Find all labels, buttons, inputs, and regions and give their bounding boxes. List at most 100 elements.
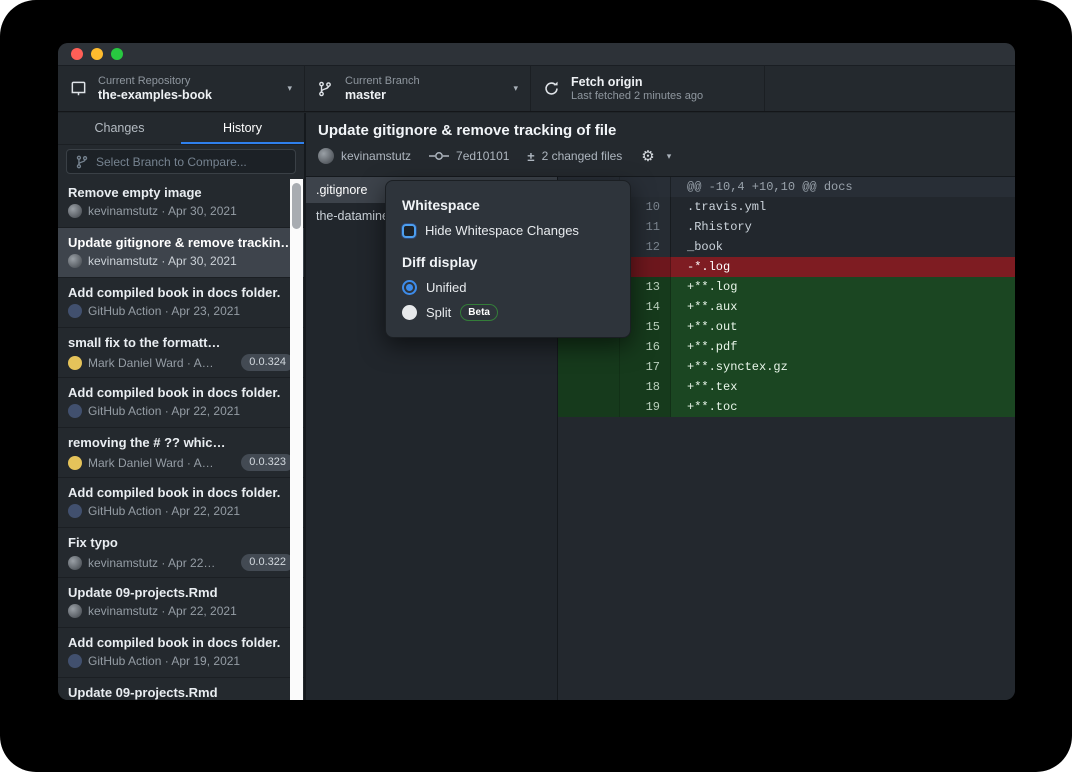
branch-compare-placeholder: Select Branch to Compare... <box>96 155 247 169</box>
avatar <box>68 604 82 618</box>
commit-author-date: GitHub Action · Apr 19, 2021 <box>88 654 240 668</box>
diff-line-text: +**.pdf <box>670 337 1015 357</box>
whitespace-heading: Whitespace <box>402 197 614 213</box>
commit-title: Add compiled book in docs folder. <box>68 635 294 650</box>
diff-display-options: Unified SplitBeta <box>402 280 614 321</box>
fetch-title: Fetch origin <box>571 75 752 90</box>
commit-list-item[interactable]: Update 09-projects.Rmd kevinamstutz · Apr… <box>58 578 304 628</box>
commit-author: kevinamstutz <box>341 149 411 163</box>
beta-badge: Beta <box>460 304 498 321</box>
version-badge: 0.0.323 <box>241 454 294 471</box>
minimize-window-button[interactable] <box>91 48 103 60</box>
gear-icon: ⚙ <box>641 147 654 165</box>
version-badge: 0.0.322 <box>241 554 294 571</box>
avatar <box>68 356 82 370</box>
tab-history[interactable]: History <box>181 113 304 144</box>
commit-list-item[interactable]: Update gitignore & remove tracking of fi… <box>58 228 304 278</box>
commit-meta: kevinamstutz · Apr 30, 2021 <box>68 204 294 218</box>
commit-title: Fix typo <box>68 535 294 550</box>
avatar <box>68 556 82 570</box>
scrollbar-track[interactable] <box>290 179 303 700</box>
titlebar <box>58 43 1015 66</box>
commit-title: Add compiled book in docs folder. <box>68 485 294 500</box>
chevron-down-icon: ▾ <box>513 83 518 94</box>
tab-changes[interactable]: Changes <box>58 113 181 144</box>
diff-line-text: @@ -10,4 +10,10 @@ docs <box>670 177 1015 197</box>
commit-list-item[interactable]: Add compiled book in docs folder. GitHub … <box>58 278 304 328</box>
diff-options-popover: Whitespace Hide Whitespace Changes Diff … <box>385 180 631 338</box>
commit-author-date: Mark Daniel Ward · A… <box>88 456 214 470</box>
diff-options-button[interactable]: ⚙ ▾ <box>641 147 671 165</box>
commit-title: Update 09-projects.Rmd <box>68 585 294 600</box>
commit-meta: kevinamstutz · Apr 22, 2021 <box>68 604 294 618</box>
commit-list-item[interactable]: small fix to the formatt…Mark Daniel War… <box>58 328 304 378</box>
commit-list-item[interactable]: Add compiled book in docs folder. GitHub … <box>58 478 304 528</box>
diff-line-text: _book <box>670 237 1015 257</box>
radio-selected-icon[interactable] <box>402 280 417 295</box>
diff-old-line-number <box>558 397 620 417</box>
hide-whitespace-option[interactable]: Hide Whitespace Changes <box>402 223 614 238</box>
commit-list-item[interactable]: Add compiled book in docs folder. GitHub … <box>58 628 304 678</box>
fetch-origin-button[interactable]: Fetch origin Last fetched 2 minutes ago <box>531 66 765 111</box>
zoom-window-button[interactable] <box>111 48 123 60</box>
changed-files-count: 2 changed files <box>542 149 623 163</box>
commit-title: Update gitignore & remove tracking of fi… <box>68 235 294 250</box>
repository-label: Current Repository <box>98 75 279 88</box>
diff-new-line-number: 19 <box>620 397 670 417</box>
branch-name: master <box>345 88 505 103</box>
avatar <box>68 254 82 268</box>
commit-author-date: GitHub Action · Apr 23, 2021 <box>88 304 240 318</box>
commit-list-item[interactable]: removing the # ?? whic…Mark Daniel Ward … <box>58 428 304 478</box>
commit-title: Update 09-projects.Rmd <box>68 685 294 700</box>
diff-old-line-number <box>558 357 620 377</box>
toolbar: Current Repository the-examples-book ▾ C… <box>58 66 1015 112</box>
diff-new-line-number: 17 <box>620 357 670 377</box>
diff-line-text: .Rhistory <box>670 217 1015 237</box>
diff-old-line-number <box>558 337 620 357</box>
diff-new-line-number: 16 <box>620 337 670 357</box>
checkbox-label: Hide Whitespace Changes <box>425 223 579 238</box>
diff-line-text: +**.synctex.gz <box>670 357 1015 377</box>
diff-line-text: +**.out <box>670 317 1015 337</box>
branch-compare-input[interactable]: Select Branch to Compare... <box>66 149 296 174</box>
version-badge: 0.0.324 <box>241 354 294 371</box>
chevron-down-icon: ▾ <box>287 83 292 94</box>
commit-meta: Mark Daniel Ward · A… 0.0.323 <box>68 454 294 471</box>
diff-row: 18+**.tex <box>558 377 1015 397</box>
commit-meta: kevinamstutz · Apr 22…0.0.322 <box>68 554 294 571</box>
close-window-button[interactable] <box>71 48 83 60</box>
branch-compare-container: Select Branch to Compare... <box>58 145 304 178</box>
avatar <box>68 404 82 418</box>
commit-author-date: GitHub Action · Apr 22, 2021 <box>88 404 240 418</box>
commit-list-item[interactable]: Add compiled book in docs folder. GitHub … <box>58 378 304 428</box>
current-repository-button[interactable]: Current Repository the-examples-book ▾ <box>58 66 305 111</box>
commit-title: Add compiled book in docs folder. <box>68 285 294 300</box>
commit-meta: GitHub Action · Apr 23, 2021 <box>68 304 294 318</box>
diff-row: 16+**.pdf <box>558 337 1015 357</box>
commit-meta: GitHub Action · Apr 19, 2021 <box>68 654 294 668</box>
checkbox-icon[interactable] <box>402 224 416 238</box>
diff-display-option[interactable]: Unified <box>402 280 614 295</box>
commit-list-item[interactable]: Update 09-projects.Rmd <box>58 678 304 700</box>
scrollbar-thumb[interactable] <box>292 183 301 229</box>
commit-list-item[interactable]: Remove empty imagekevinamstutz · Apr 30,… <box>58 178 304 228</box>
diff-line-text: +**.tex <box>670 377 1015 397</box>
diff-row: 17+**.synctex.gz <box>558 357 1015 377</box>
sidebar: Changes History Select Branch to Compare… <box>58 113 305 700</box>
avatar <box>318 148 334 164</box>
commit-list-item[interactable]: Fix typo kevinamstutz · Apr 22…0.0.322 <box>58 528 304 578</box>
commit-author-date: kevinamstutz · Apr 30, 2021 <box>88 254 237 268</box>
diff-display-heading: Diff display <box>402 254 614 270</box>
commit-title: Update gitignore & remove tracking of fi… <box>318 122 1003 139</box>
commit-history-list: Remove empty imagekevinamstutz · Apr 30,… <box>58 178 304 700</box>
commit-author-date: GitHub Action · Apr 22, 2021 <box>88 504 240 518</box>
diff-display-option[interactable]: SplitBeta <box>402 304 614 321</box>
current-branch-button[interactable]: Current Branch master ▾ <box>305 66 531 111</box>
repository-name: the-examples-book <box>98 88 279 103</box>
radio-icon[interactable] <box>402 305 417 320</box>
commit-header: Update gitignore & remove tracking of fi… <box>306 113 1015 177</box>
diff-line-text: -*.log <box>670 257 1015 277</box>
commit-title: Add compiled book in docs folder. <box>68 385 294 400</box>
diff-row: 19+**.toc <box>558 397 1015 417</box>
chevron-down-icon: ▾ <box>667 151 672 162</box>
